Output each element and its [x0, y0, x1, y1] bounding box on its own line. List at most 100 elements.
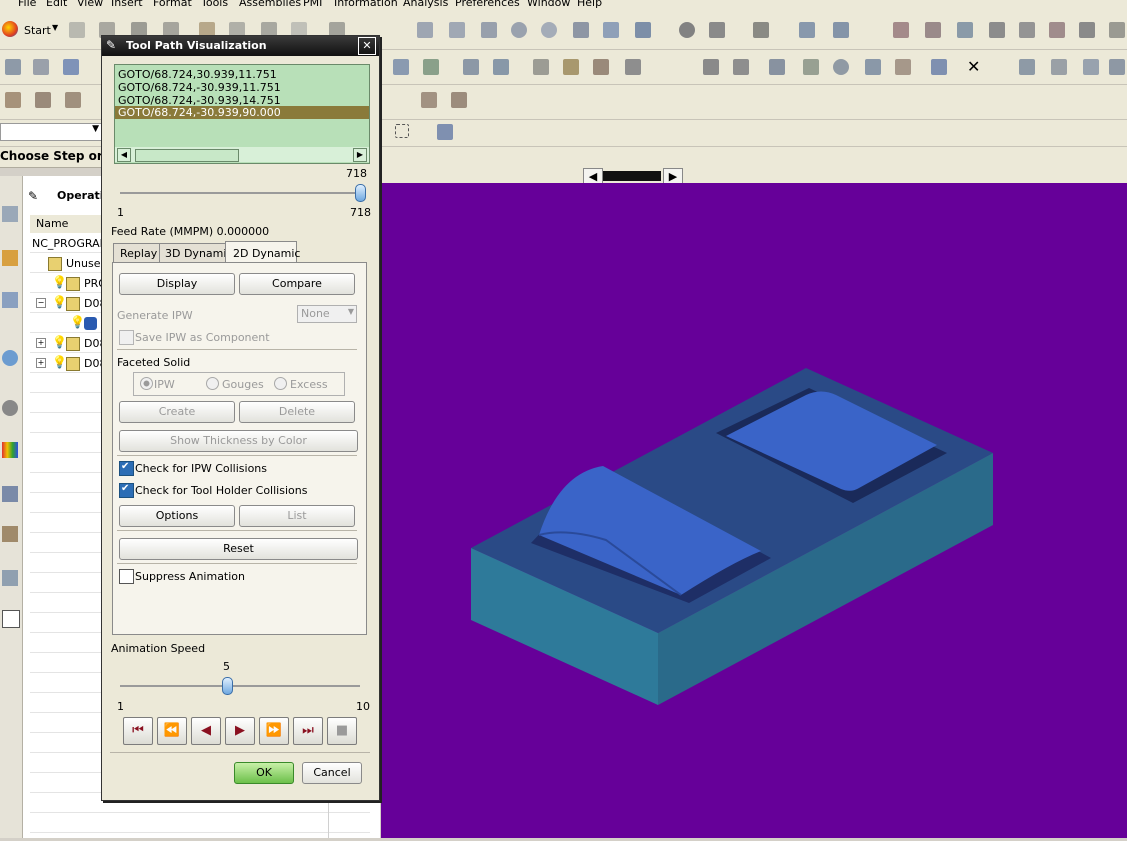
menu-preferences[interactable]: Preferences	[455, 0, 520, 9]
save-ipw-checkbox[interactable]	[119, 330, 134, 345]
rectangle-select-icon[interactable]	[392, 121, 414, 143]
radio-ipw[interactable]	[140, 377, 153, 390]
feature-op-5-icon[interactable]	[448, 89, 470, 111]
slider-thumb[interactable]	[221, 677, 233, 695]
transform-icon[interactable]	[766, 56, 788, 78]
op-geometry-icon[interactable]	[60, 56, 82, 78]
expand-icon[interactable]: +	[36, 358, 46, 368]
method-icon[interactable]	[1080, 56, 1102, 78]
feature-icon[interactable]	[892, 56, 914, 78]
menu-help[interactable]: Help	[577, 0, 602, 9]
close-icon[interactable]: ✕	[358, 37, 376, 55]
stop-button[interactable]: ■	[327, 717, 357, 745]
generate-icon[interactable]	[420, 56, 442, 78]
menu-file[interactable]: File	[18, 0, 36, 9]
shaded-view-icon[interactable]	[632, 19, 654, 41]
snap-grid-icon[interactable]	[1076, 19, 1098, 41]
play-forward-button[interactable]: ▶	[225, 717, 255, 745]
users-icon[interactable]	[2, 526, 18, 542]
feature-op-1-icon[interactable]	[2, 89, 24, 111]
rewind-to-start-button[interactable]: ⏮	[123, 717, 153, 745]
menu-edit[interactable]: Edit	[46, 0, 67, 9]
start-button[interactable]: Start ▼	[0, 19, 60, 41]
menu-pmi[interactable]: PMI	[303, 0, 322, 9]
reuse-library-icon[interactable]	[2, 610, 20, 628]
expand-icon[interactable]: +	[36, 338, 46, 348]
op-tool-icon[interactable]	[30, 56, 52, 78]
goto-listbox[interactable]: GOTO/68.724,30.939,11.751 GOTO/68.724,-3…	[114, 64, 370, 164]
cutter-icon[interactable]	[1048, 56, 1070, 78]
perspective-icon[interactable]	[600, 19, 622, 41]
scroll-thumb[interactable]	[603, 171, 661, 181]
fit-view-icon[interactable]	[414, 19, 436, 41]
feature-op-2-icon[interactable]	[32, 89, 54, 111]
roles-icon[interactable]	[2, 486, 18, 502]
menu-analysis[interactable]: Analysis	[403, 0, 448, 9]
generate-ipw-select[interactable]: None ▼	[297, 305, 357, 323]
compare-button[interactable]: Compare	[239, 273, 355, 295]
info-icon[interactable]	[862, 56, 884, 78]
ok-button[interactable]: OK	[234, 762, 294, 784]
pin-icon[interactable]: ✎	[28, 189, 44, 205]
feature-op-4-icon[interactable]	[418, 89, 440, 111]
snap-center-icon[interactable]	[986, 19, 1008, 41]
part-nav-icon[interactable]	[2, 250, 18, 266]
radio-gouges[interactable]	[206, 377, 219, 390]
menu-view[interactable]: View	[77, 0, 103, 9]
zoom-box-icon[interactable]	[478, 19, 500, 41]
pan-icon[interactable]	[570, 19, 592, 41]
snap-mid-icon[interactable]	[954, 19, 976, 41]
section-icon[interactable]	[706, 19, 728, 41]
orient-view-icon[interactable]	[796, 19, 818, 41]
tab-2d-dynamic[interactable]: 2D Dynamic	[225, 241, 300, 263]
fast-forward-button[interactable]: ⏭	[293, 717, 323, 745]
create-button[interactable]: Create	[119, 401, 235, 423]
close-x-icon[interactable]: ✕	[964, 56, 986, 78]
snap-tangent-icon[interactable]	[1046, 19, 1068, 41]
output-cls-icon[interactable]	[590, 56, 612, 78]
step-back-button[interactable]: ⏪	[157, 717, 187, 745]
menu-format[interactable]: Format	[153, 0, 192, 9]
menu-window[interactable]: Window	[527, 0, 570, 9]
assembly-nav-icon[interactable]	[2, 206, 18, 222]
selection-filter-icon[interactable]	[1106, 19, 1127, 41]
select-body-icon[interactable]	[434, 121, 456, 143]
history-icon[interactable]	[2, 400, 18, 416]
reset-button[interactable]: Reset	[119, 538, 358, 560]
post-process-icon[interactable]	[530, 56, 552, 78]
snap-quad-icon[interactable]	[1016, 19, 1038, 41]
slider-thumb[interactable]	[355, 184, 366, 202]
horizontal-scrollbar[interactable]: ◀ ▶	[115, 147, 369, 162]
menu-tools[interactable]: Tools	[201, 0, 228, 9]
object-display-icon[interactable]	[730, 56, 752, 78]
machine-tool-icon[interactable]	[1016, 56, 1038, 78]
scroll-thumb[interactable]	[135, 149, 239, 162]
rotate-icon[interactable]	[538, 19, 560, 41]
holder-collisions-checkbox[interactable]	[119, 483, 134, 498]
collapse-icon[interactable]: −	[36, 298, 46, 308]
move-icon[interactable]	[800, 56, 822, 78]
measure-icon[interactable]	[830, 56, 852, 78]
list-tool-path-icon[interactable]	[490, 56, 512, 78]
web-browser-icon[interactable]	[2, 350, 18, 366]
speed-slider[interactable]	[120, 677, 360, 695]
layer-icon[interactable]	[750, 19, 772, 41]
cancel-button[interactable]: Cancel	[302, 762, 362, 784]
zoom-icon[interactable]	[508, 19, 530, 41]
block-icon[interactable]	[928, 56, 950, 78]
tab-replay[interactable]: Replay	[113, 243, 160, 262]
program-icon[interactable]	[1106, 56, 1127, 78]
system-scenes-icon[interactable]	[2, 570, 18, 586]
zoom-window-icon[interactable]	[446, 19, 468, 41]
snap-end-icon[interactable]	[922, 19, 944, 41]
scroll-right-icon[interactable]: ▶	[353, 148, 367, 162]
verify-icon[interactable]	[390, 56, 412, 78]
selection-filter-dropdown[interactable]: ▼	[0, 123, 102, 141]
menu-information[interactable]: Information	[334, 0, 398, 9]
goto-line-4-selected[interactable]: GOTO/68.724,-30.939,90.000	[115, 106, 369, 119]
edit-object-icon[interactable]	[700, 56, 722, 78]
options-button[interactable]: Options	[119, 505, 235, 527]
op-create-icon[interactable]	[2, 56, 24, 78]
operation-nav-icon[interactable]	[2, 292, 18, 308]
scroll-left-icon[interactable]: ◀	[117, 148, 131, 162]
